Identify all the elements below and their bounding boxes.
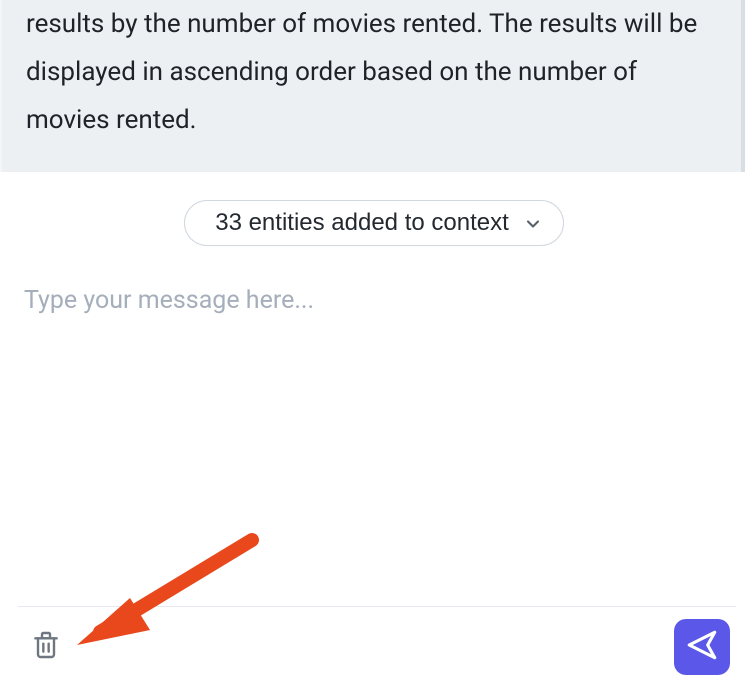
assistant-response-text: results by the number of movies rented. …	[26, 0, 717, 144]
context-pill-label: 33 entities added to context	[215, 209, 509, 237]
message-input-area	[0, 256, 748, 540]
context-pill-wrapper: 33 entities added to context	[0, 172, 748, 256]
context-entities-pill[interactable]: 33 entities added to context	[184, 200, 564, 246]
chevron-down-icon	[523, 216, 537, 230]
clear-conversation-button[interactable]	[26, 623, 66, 670]
bottom-toolbar	[18, 606, 736, 686]
trash-icon	[30, 627, 62, 666]
send-button[interactable]	[674, 619, 730, 675]
send-icon	[685, 628, 719, 665]
assistant-response-area: results by the number of movies rented. …	[0, 0, 745, 172]
message-input[interactable]	[24, 286, 724, 536]
